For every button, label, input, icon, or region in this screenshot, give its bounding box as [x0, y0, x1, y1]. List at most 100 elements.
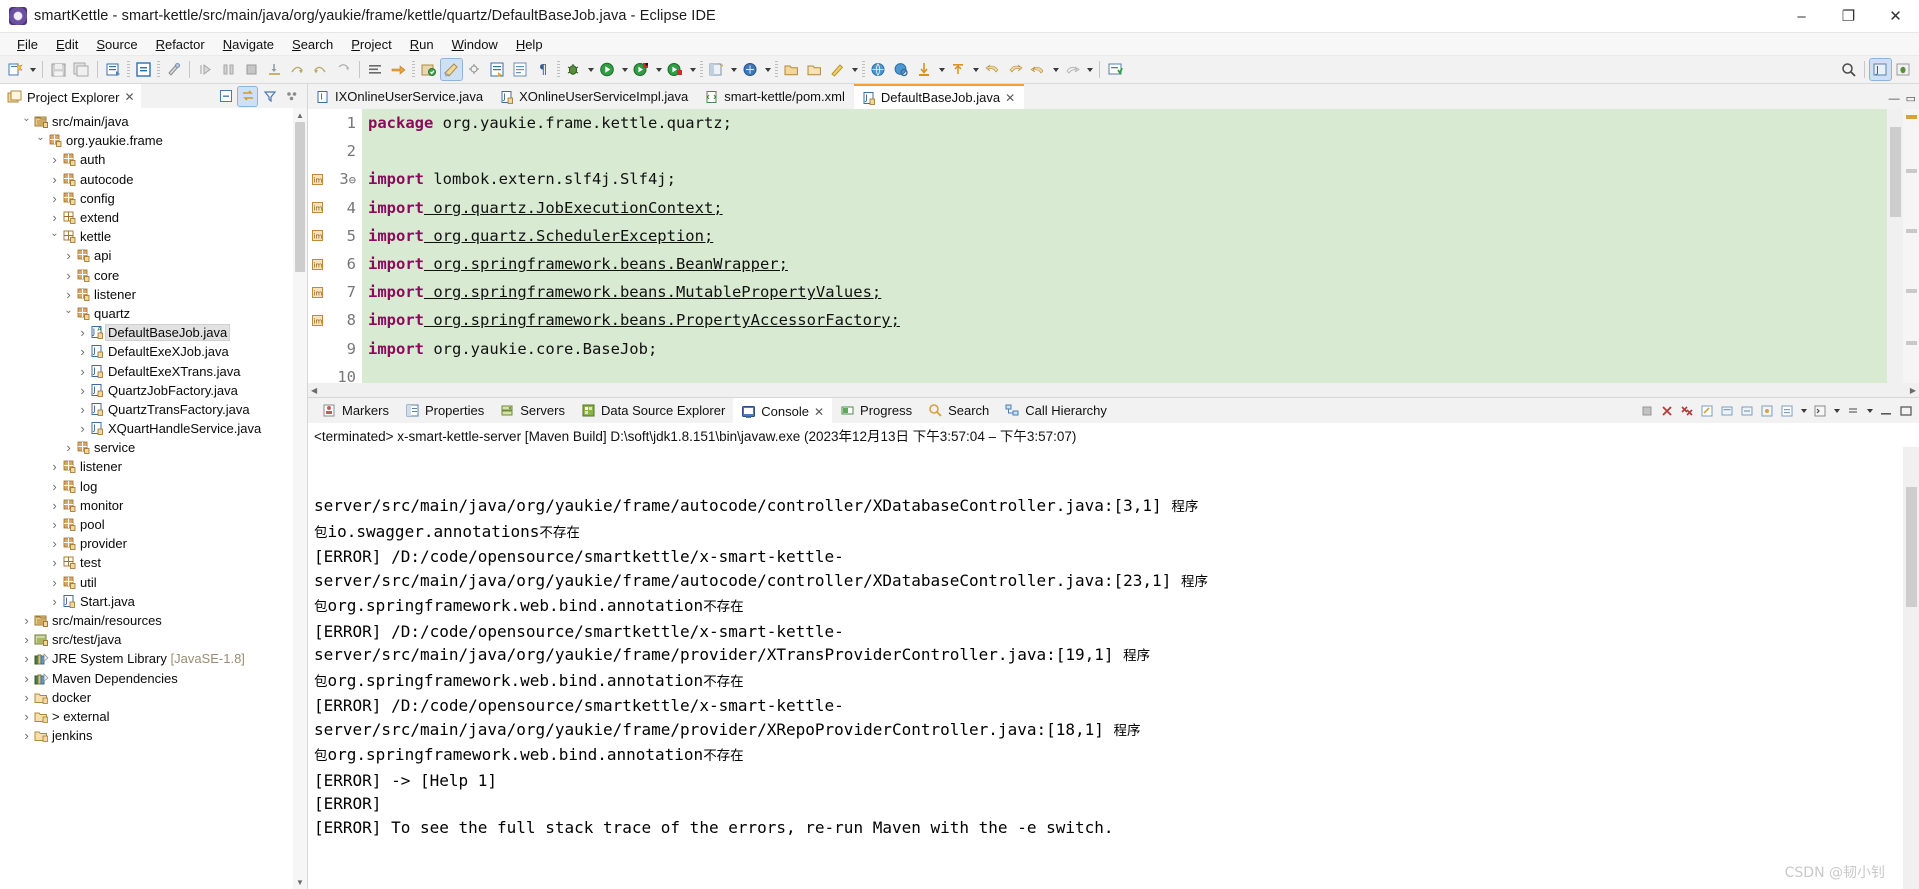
chevron-right-icon[interactable]: [62, 268, 75, 283]
toolbar-handle[interactable]: [127, 61, 130, 78]
toolbar-handle[interactable]: [557, 61, 560, 78]
terminate-icon[interactable]: [241, 59, 262, 80]
run-external-tools-icon[interactable]: [631, 59, 652, 80]
toggle-mark-occurrences-icon[interactable]: [365, 59, 386, 80]
show-view-dropdown-icon[interactable]: [762, 59, 773, 80]
menu-file[interactable]: File: [8, 35, 47, 54]
scroll-right-icon[interactable]: ▶: [1910, 386, 1916, 395]
chevron-down-icon[interactable]: [34, 135, 47, 146]
print-icon[interactable]: [103, 59, 124, 80]
open-console-icon[interactable]: [1811, 402, 1829, 420]
coverage-dropdown-icon[interactable]: [687, 59, 698, 80]
console-tab-data-source-explorer[interactable]: Data Source Explorer: [573, 398, 733, 423]
open-perspective-icon[interactable]: [706, 59, 727, 80]
view-menu-dropdown-icon[interactable]: [1864, 400, 1875, 421]
chevron-right-icon[interactable]: [76, 364, 89, 379]
globe-icon[interactable]: [868, 59, 889, 80]
editor-tab-defaultbasejob-java[interactable]: J DefaultBaseJob.java ✕: [853, 84, 1025, 109]
tree-item-monitor[interactable]: monitor: [0, 496, 307, 515]
minimize-icon[interactable]: [1877, 402, 1895, 420]
toolbar-handle[interactable]: [862, 61, 865, 78]
java-perspective-icon[interactable]: J: [1869, 58, 1892, 81]
chevron-right-icon[interactable]: [48, 210, 61, 225]
fold-icon[interactable]: ⊖: [349, 173, 356, 187]
tree-item-core[interactable]: core: [0, 266, 307, 285]
tree-item-service[interactable]: service: [0, 438, 307, 457]
tree-item-jenkins[interactable]: jenkins: [0, 726, 307, 745]
chevron-right-icon[interactable]: [48, 594, 61, 609]
debug-dropdown-icon[interactable]: [585, 59, 596, 80]
tree-item-org-yaukie-frame[interactable]: org.yaukie.frame: [0, 131, 307, 150]
external-tools-icon[interactable]: [163, 59, 184, 80]
tree-item-src-main-java[interactable]: src/main/java: [0, 112, 307, 131]
editor-tab-xonlineuserserviceimpl-java[interactable]: J XOnlineUserServiceImpl.java: [492, 84, 698, 109]
globe-search-icon[interactable]: [891, 59, 912, 80]
new-wizard-icon[interactable]: [5, 59, 26, 80]
undo-arrow-icon[interactable]: [1028, 59, 1049, 80]
chevron-right-icon[interactable]: [20, 632, 33, 647]
open-perspective-dropdown-icon[interactable]: [728, 59, 739, 80]
view-menu-icon[interactable]: [1844, 402, 1862, 420]
redo-dropdown-icon[interactable]: [1084, 59, 1095, 80]
chevron-right-icon[interactable]: [48, 555, 61, 570]
chevron-right-icon[interactable]: [76, 402, 89, 417]
chevron-right-icon[interactable]: [20, 613, 33, 628]
code-line[interactable]: import org.springframework.beans.Mutable…: [368, 278, 1887, 306]
display-console-dropdown-icon[interactable]: [1798, 400, 1809, 421]
toolbar-handle[interactable]: [700, 61, 703, 78]
chevron-right-icon[interactable]: [48, 459, 61, 474]
console-output[interactable]: server/src/main/java/org/yaukie/frame/au…: [308, 447, 1903, 889]
close-icon[interactable]: ✕: [124, 90, 134, 104]
tree-item-defaultexextrans-java[interactable]: J DefaultExeXTrans.java: [0, 361, 307, 380]
tree-item-defaultbasejob-java[interactable]: JADefaultBaseJob.java: [0, 323, 307, 342]
menu-source[interactable]: Source: [87, 35, 146, 54]
search-pen-dropdown-icon[interactable]: [849, 59, 860, 80]
scroll-lock-icon[interactable]: [1718, 402, 1736, 420]
code-line[interactable]: import org.springframework.beans.BeanWra…: [368, 250, 1887, 278]
tree-item-listener[interactable]: listener: [0, 457, 307, 476]
chevron-right-icon[interactable]: [76, 325, 89, 340]
console-tab-progress[interactable]: Progress: [832, 398, 920, 423]
code-area[interactable]: package org.yaukie.frame.kettle.quartz; …: [362, 109, 1887, 383]
coverage-icon[interactable]: [665, 59, 686, 80]
tree-item-util[interactable]: util: [0, 573, 307, 592]
menu-project[interactable]: Project: [342, 35, 400, 54]
collapse-all-icon[interactable]: [216, 87, 235, 106]
chevron-right-icon[interactable]: [20, 690, 33, 705]
minimize-icon[interactable]: —: [1889, 93, 1900, 105]
link-with-editor-icon[interactable]: [237, 85, 258, 107]
previous-annotation-dropdown-icon[interactable]: [936, 59, 947, 80]
editor-overview-ruler[interactable]: [1903, 109, 1919, 383]
open-console-dropdown-icon[interactable]: [1831, 400, 1842, 421]
menu-help[interactable]: Help: [507, 35, 552, 54]
tree-item-defaultexexjob-java[interactable]: J DefaultExeXJob.java: [0, 342, 307, 361]
word-wrap-icon[interactable]: [1738, 402, 1756, 420]
chevron-right-icon[interactable]: [48, 191, 61, 206]
drop-to-frame-icon[interactable]: [333, 59, 354, 80]
chevron-right-icon[interactable]: [48, 152, 61, 167]
toolbar-handle[interactable]: [775, 61, 778, 78]
open-folder-icon[interactable]: [804, 59, 825, 80]
scroll-thumb[interactable]: [1906, 487, 1917, 607]
open-file-icon[interactable]: [781, 59, 802, 80]
project-tree-scrollbar[interactable]: ▲ ▼: [293, 108, 307, 889]
chevron-right-icon[interactable]: [76, 421, 89, 436]
tree-item-test[interactable]: test: [0, 553, 307, 572]
new-annotation-icon[interactable]: [464, 59, 485, 80]
save-icon[interactable]: [48, 59, 69, 80]
display-selected-console-icon[interactable]: [1778, 402, 1796, 420]
tree-item-quartztransfactory-java[interactable]: J QuartzTransFactory.java: [0, 400, 307, 419]
editor-vertical-scrollbar[interactable]: [1887, 109, 1903, 383]
run-dropdown-icon[interactable]: [619, 59, 630, 80]
minimize-button[interactable]: –: [1778, 0, 1825, 33]
clear-console-icon[interactable]: [1698, 402, 1716, 420]
chevron-right-icon[interactable]: [48, 536, 61, 551]
suspend-icon[interactable]: [218, 59, 239, 80]
tree-item-listener[interactable]: listener: [0, 285, 307, 304]
pilcrow-icon[interactable]: ¶: [533, 59, 554, 80]
tree-item-docker[interactable]: docker: [0, 688, 307, 707]
menu-refactor[interactable]: Refactor: [147, 35, 214, 54]
tab-project-explorer[interactable]: Project Explorer ✕: [0, 84, 141, 108]
new-task-icon[interactable]: [1105, 59, 1126, 80]
previous-annotation-icon[interactable]: [914, 59, 935, 80]
